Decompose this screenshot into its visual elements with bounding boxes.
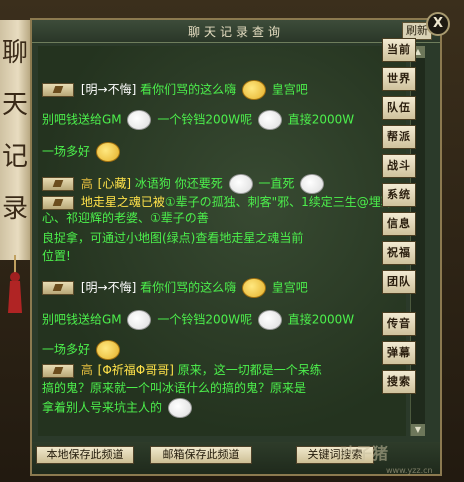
scroll-char-1: 聊 xyxy=(1,38,28,68)
white-face-emoji-icon xyxy=(127,110,152,130)
yellow-face-emoji-icon xyxy=(95,340,120,360)
channel-tag[interactable]: [Φ祈福Φ哥哥] xyxy=(98,363,174,377)
chat-text: 冰语狗 你还要死 xyxy=(134,176,223,191)
chat-text: 拿着别人号来坑主人的 xyxy=(42,400,163,415)
chat-line: 一场多好 xyxy=(42,142,122,162)
watermark-logo: 叶子猪 xyxy=(340,444,389,463)
channel-button-icon[interactable] xyxy=(42,195,74,210)
rank-icon: 高 xyxy=(80,176,93,191)
channel-tag[interactable]: [明→不悔] xyxy=(81,83,136,97)
tab-info[interactable]: 信息 xyxy=(382,212,416,236)
chat-line: 良捉拿，可通过小地图(绿点)查看地走星之魂当前 xyxy=(42,231,304,245)
chat-log-scroll-decoration: 聊 天 记 录 xyxy=(0,20,32,260)
chat-line: 别吧钱送给GM 一个铃铛200W呢 直接2000W xyxy=(42,310,354,330)
chat-text: 别吧钱送给GM xyxy=(42,312,122,327)
tab-battle[interactable]: 战斗 xyxy=(382,154,416,178)
watermark-url: www.yzz.cn xyxy=(386,466,433,475)
tab-danmaku[interactable]: 弹幕 xyxy=(382,341,416,365)
chat-text: 一场多好 xyxy=(42,342,91,357)
white-face-emoji-icon xyxy=(228,174,253,194)
chat-line: [明→不悔] 看你们骂的这么嗨 皇宫吧 xyxy=(42,278,308,298)
white-face-emoji-icon xyxy=(257,110,282,130)
scroll-down-icon[interactable]: ▼ xyxy=(411,424,425,436)
window-titlebar: 聊天记录查询 刷新 xyxy=(32,20,440,43)
white-face-emoji-icon xyxy=(127,310,152,330)
scroll-char-3: 记 xyxy=(1,142,28,172)
tab-system[interactable]: 系统 xyxy=(382,183,416,207)
channel-button-icon[interactable] xyxy=(42,281,74,295)
chat-line: [明→不悔] 看你们骂的这么嗨 皇宫吧 xyxy=(42,80,308,100)
white-face-emoji-icon xyxy=(300,174,325,194)
save-channel-local-button[interactable]: 本地保存此频道 xyxy=(36,446,134,464)
chat-text: 别吧钱送给GM xyxy=(42,112,122,127)
channel-button-icon[interactable] xyxy=(42,177,74,191)
tab-blessing[interactable]: 祝福 xyxy=(382,241,416,265)
tab-team[interactable]: 队伍 xyxy=(382,96,416,120)
tab-world[interactable]: 世界 xyxy=(382,67,416,91)
yellow-face-emoji-icon xyxy=(241,80,266,100)
tab-whisper[interactable]: 传音 xyxy=(382,312,416,336)
chat-line: 搞的鬼？原来就一个叫冰语什么的搞的鬼？原来是 xyxy=(42,381,307,395)
white-face-emoji-icon xyxy=(167,398,192,418)
chat-line: 位置! xyxy=(42,249,71,263)
window-title: 聊天记录查询 xyxy=(187,25,284,39)
chat-text: 原来，这一切都是一个呆练 xyxy=(177,363,322,377)
chat-line: 一场多好 xyxy=(42,340,122,360)
chat-line: 地走星之魂已被①辈子の孤独、刺客"邪、1续定三生@埋葬·心、祁迎辉的老婆、①辈子… xyxy=(42,194,402,226)
chat-log-area[interactable]: [明→不悔] 看你们骂的这么嗨 皇宫吧 别吧钱送给GM 一个铃铛200W呢 直接… xyxy=(38,46,406,436)
chat-line: 高 [Φ祈福Φ哥哥] 原来，这一切都是一个呆练 xyxy=(42,362,322,378)
channel-button-icon[interactable] xyxy=(42,83,74,97)
chat-text: 直接2000W xyxy=(287,312,355,327)
chat-line: 别吧钱送给GM 一个铃铛200W呢 直接2000W xyxy=(42,110,354,130)
scroll-char-4: 录 xyxy=(1,194,28,224)
yellow-face-emoji-icon xyxy=(95,142,120,162)
close-icon[interactable]: X xyxy=(426,12,450,36)
chat-text: 看你们骂的这么嗨 xyxy=(140,82,237,97)
tab-current[interactable]: 当前 xyxy=(382,38,416,62)
chat-line: 高 [心藏] 冰语狗 你还要死 一直死 xyxy=(42,174,326,194)
chat-text: 一直死 xyxy=(258,176,295,191)
tab-group[interactable]: 团队 xyxy=(382,270,416,294)
tab-search[interactable]: 搜索 xyxy=(382,370,416,394)
scroll-char-2: 天 xyxy=(1,90,28,120)
chat-text: 皇宫吧 xyxy=(271,280,308,295)
channel-button-icon[interactable] xyxy=(42,363,74,378)
tassel-icon xyxy=(8,255,22,313)
channel-tag[interactable]: [心藏] xyxy=(98,177,131,191)
system-notice-label: 地走星之魂已被 xyxy=(80,195,165,209)
chat-line: 拿着别人号来坑主人的 xyxy=(42,398,194,418)
channel-tag[interactable]: [明→不悔] xyxy=(81,281,136,295)
chat-text: 直接2000W xyxy=(287,112,355,127)
tab-guild[interactable]: 帮派 xyxy=(382,125,416,149)
white-face-emoji-icon xyxy=(257,310,282,330)
yellow-face-emoji-icon xyxy=(241,278,266,298)
chat-text: 一场多好 xyxy=(42,144,91,159)
rank-icon: 高 xyxy=(80,363,93,377)
chat-log-window: 聊天记录查询 刷新 [明→不悔] 看你们骂的这么嗨 皇宫吧 别吧钱送给GM 一个… xyxy=(30,18,442,476)
chat-text: 看你们骂的这么嗨 xyxy=(140,280,237,295)
channel-sidebar: 当前 世界 队伍 帮派 战斗 系统 信息 祝福 团队 传音 弹幕 搜索 xyxy=(382,38,418,399)
save-channel-mail-button[interactable]: 邮箱保存此频道 xyxy=(150,446,252,464)
chat-text: 一个铃铛200W呢 xyxy=(157,112,253,127)
chat-text: 皇宫吧 xyxy=(271,82,308,97)
chat-text: 一个铃铛200W呢 xyxy=(157,312,253,327)
